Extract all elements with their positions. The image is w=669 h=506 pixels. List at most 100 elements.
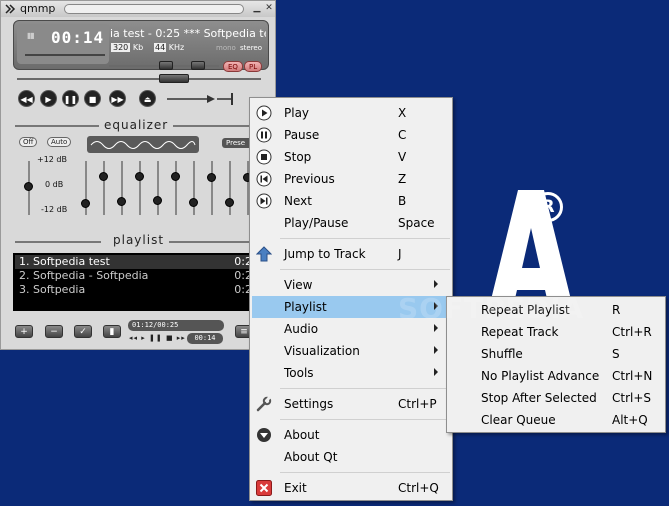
bitrate: 320 Kb (111, 43, 143, 52)
eq-toggle-button[interactable]: EQ (223, 61, 243, 72)
stop-button[interactable]: ■ (84, 90, 101, 107)
menu-separator (280, 269, 450, 270)
track-title: 3. Softpedia (19, 283, 86, 296)
playlist-row[interactable]: 3. Softpedia 0:20 (15, 283, 261, 297)
next-icon (256, 193, 272, 209)
menu-separator (280, 472, 450, 473)
eq-band-knob[interactable] (153, 196, 162, 205)
samplerate: 44 KHz (154, 43, 184, 52)
next-button[interactable]: ▶▶ (109, 90, 126, 107)
playlist-row[interactable]: 2. Softpedia - Softpedia 0:27 (15, 269, 261, 283)
up-arrow-icon (256, 246, 272, 262)
eq-preset-button[interactable]: Prese (222, 138, 252, 148)
playlist-toggle-button[interactable]: PL (244, 61, 263, 72)
submenu-arrow-icon (434, 368, 438, 376)
eq-band-track[interactable] (157, 161, 159, 215)
balance-knob[interactable] (191, 61, 205, 70)
eq-band-knob[interactable] (171, 172, 180, 181)
playlist-position-display: 01:12/00:25 (128, 320, 224, 331)
eject-button[interactable]: ⏏ (139, 90, 156, 107)
menu-item-tools[interactable]: Tools (252, 362, 450, 384)
eq-off-button[interactable]: Off (19, 137, 38, 147)
registered-mark-icon: R (533, 192, 563, 222)
eq-band-knob[interactable] (81, 199, 90, 208)
remove-track-button[interactable]: − (45, 325, 63, 338)
menu-separator (280, 388, 450, 389)
menu-item-playlist[interactable]: Playlist (252, 296, 450, 318)
submenu-item-repeat-playlist[interactable]: Repeat Playlist R (449, 299, 663, 321)
eq-preamp-knob[interactable] (24, 182, 33, 191)
menu-item-label: Stop (284, 150, 312, 164)
position-slider[interactable] (167, 92, 233, 106)
menu-item-settings[interactable]: Settings Ctrl+P (252, 393, 450, 415)
menu-item-view[interactable]: View (252, 274, 450, 296)
title-bar-slot (64, 4, 244, 14)
menu-item-visualization[interactable]: Visualization (252, 340, 450, 362)
minimize-icon[interactable]: ▁ (252, 3, 262, 14)
eq-band-track[interactable] (175, 161, 177, 215)
play-button[interactable]: ▶ (40, 90, 57, 107)
stop-icon (256, 149, 272, 165)
menu-item-shortcut: J (398, 247, 402, 261)
exit-icon (256, 480, 272, 496)
misc-button[interactable]: ▮ (103, 325, 121, 338)
menu-item-jump-to-track[interactable]: Jump to Track J (252, 243, 450, 265)
submenu-item-no-playlist-advance[interactable]: No Playlist Advance Ctrl+N (449, 365, 663, 387)
submenu-item-shuffle[interactable]: Shuffle S (449, 343, 663, 365)
seek-track[interactable] (17, 78, 261, 80)
menu-item-play[interactable]: Play X (252, 102, 450, 124)
submenu-item-repeat-track[interactable]: Repeat Track Ctrl+R (449, 321, 663, 343)
eq-band-knob[interactable] (189, 198, 198, 207)
menu-item-exit[interactable]: Exit Ctrl+Q (252, 477, 450, 499)
menu-item-label: Visualization (284, 344, 360, 358)
eq-band-knob[interactable] (135, 172, 144, 181)
title-bar[interactable]: qmmp ▁ ✕ (1, 1, 275, 17)
pause-icon (256, 127, 272, 143)
menu-item-shortcut: R (612, 303, 621, 317)
eq-band-track[interactable] (103, 161, 105, 215)
time-panel: ▮▮ 00:14 (17, 24, 109, 64)
playlist-title: playlist (113, 233, 165, 247)
menu-item-label: No Playlist Advance (481, 369, 600, 383)
menu-separator (280, 419, 450, 420)
menu-item-label: Exit (284, 481, 307, 495)
close-icon[interactable]: ✕ (264, 3, 274, 14)
menu-item-previous[interactable]: Previous Z (252, 168, 450, 190)
eq-divider-left (15, 125, 99, 127)
playlist-time-display: 00:14 (187, 333, 223, 344)
pause-indicator-icon: ▮▮ (27, 31, 35, 40)
elapsed-time: 00:14 (51, 28, 105, 47)
track-title: 1. Softpedia test (19, 255, 110, 268)
menu-item-shortcut: Ctrl+Q (398, 481, 439, 495)
volume-knob[interactable] (159, 61, 173, 70)
menu-item-shortcut: Z (398, 172, 407, 186)
menu-item-label: Pause (284, 128, 320, 142)
previous-button[interactable]: ◀◀ (18, 90, 35, 107)
submenu-item-clear-queue[interactable]: Clear Queue Alt+Q (449, 409, 663, 431)
eq-band-knob[interactable] (117, 197, 126, 206)
context-menu: Play X Pause C Stop V Previous Z Next B … (249, 97, 453, 501)
eq-band-knob[interactable] (207, 173, 216, 182)
playlist-row[interactable]: 1. Softpedia test 0:25 (15, 255, 261, 269)
menu-item-play-pause[interactable]: Play/Pause Space (252, 212, 450, 234)
menu-item-about-qt[interactable]: About Qt (252, 446, 450, 468)
select-button[interactable]: ✓ (74, 325, 92, 338)
eq-auto-button[interactable]: Auto (47, 137, 72, 147)
eq-band-track[interactable] (211, 161, 213, 215)
eq-band-knob[interactable] (99, 172, 108, 181)
menu-item-next[interactable]: Next B (252, 190, 450, 212)
add-track-button[interactable]: + (15, 325, 33, 338)
menu-item-stop[interactable]: Stop V (252, 146, 450, 168)
samplerate-value: 44 (154, 43, 167, 52)
seek-knob[interactable] (159, 74, 189, 83)
menu-item-about[interactable]: About (252, 424, 450, 446)
eq-band-track[interactable] (139, 161, 141, 215)
menu-item-pause[interactable]: Pause C (252, 124, 450, 146)
submenu-item-stop-after-selected[interactable]: Stop After Selected Ctrl+S (449, 387, 663, 409)
menu-item-label: Settings (284, 397, 334, 411)
pause-button[interactable]: ❚❚ (62, 90, 79, 107)
menu-item-label: Shuffle (481, 347, 523, 361)
eq-band-knob[interactable] (225, 198, 234, 207)
eq-band-track[interactable] (121, 161, 123, 215)
menu-item-audio[interactable]: Audio (252, 318, 450, 340)
